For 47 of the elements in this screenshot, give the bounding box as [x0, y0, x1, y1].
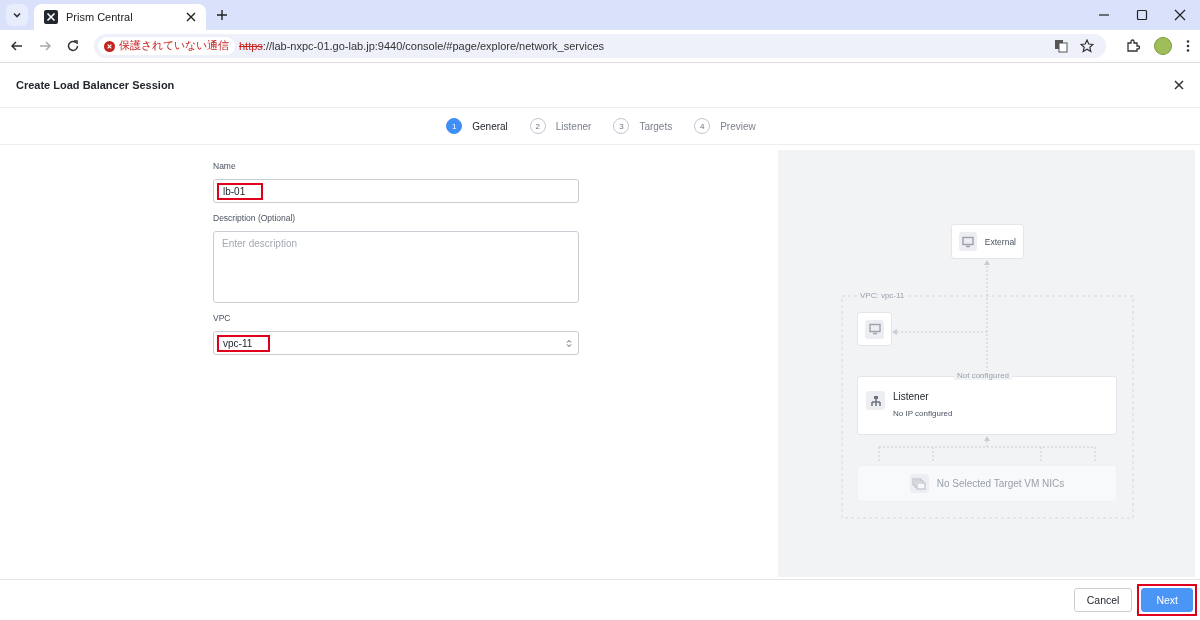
targets-label: No Selected Target VM NICs [936, 478, 1065, 489]
field-label: Description (Optional) [213, 213, 297, 223]
reload-icon[interactable] [66, 39, 80, 53]
description-field[interactable]: Enter description [213, 231, 579, 303]
translate-icon[interactable] [1054, 39, 1068, 53]
field-label: VPC [213, 313, 232, 323]
avatar-icon[interactable] [1154, 37, 1172, 55]
caret-icon [12, 10, 22, 20]
name-field[interactable]: lb-01 [213, 179, 579, 203]
field-value: lb-01 [223, 185, 246, 197]
close-icon[interactable] [186, 12, 196, 22]
stacked-windows-icon [912, 477, 927, 490]
monitor-icon [961, 235, 974, 248]
new-tab-icon[interactable] [216, 9, 228, 21]
browser-tab[interactable]: Prism Central [34, 4, 206, 30]
menu-icon[interactable] [1186, 39, 1190, 53]
star-icon[interactable] [1080, 39, 1094, 53]
wizard-step[interactable]: 2 Listener [529, 118, 592, 134]
address-bar[interactable]: 保護されていない通信 https://lab-nxpc-01.go-lab.jp:9440/console/#page/explore/network_services [94, 34, 1106, 58]
field-label: Name [213, 161, 237, 171]
security-label: 保護されていない通信 [119, 39, 229, 53]
listener-title: Listener [893, 391, 930, 402]
security-chip[interactable]: 保護されていない通信 [98, 37, 235, 55]
sort-arrows-icon [566, 338, 572, 348]
cancel-button[interactable]: Cancel [1073, 588, 1133, 612]
wizard-step[interactable]: 1 General [446, 118, 508, 134]
wizard-step[interactable]: 4 Preview [694, 118, 756, 134]
close-icon[interactable] [1174, 80, 1184, 90]
monitor-icon [868, 323, 881, 335]
tab-title: Prism Central [66, 11, 134, 23]
dialog-title: Create Load Balancer Session [16, 79, 175, 91]
vpc-label: VPC: vpc-11 [858, 291, 907, 300]
vpc-dropdown[interactable]: vpc-11 [213, 331, 579, 355]
tab-list-button[interactable] [6, 4, 28, 26]
warning-icon [104, 40, 115, 52]
close-icon[interactable] [1174, 9, 1186, 21]
selected-value: vpc-11 [223, 337, 253, 349]
listener-subtitle: No IP configured [893, 409, 953, 418]
status-label: Not configured [954, 371, 1013, 380]
url-text: https://lab-nxpc-01.go-lab.jp:9440/console/#page/explore/network_services [239, 40, 605, 52]
back-arrow-icon[interactable] [10, 39, 24, 53]
app-logo-icon [44, 10, 58, 24]
wizard-step[interactable]: 3 Targets [613, 118, 673, 134]
maximize-icon[interactable] [1136, 9, 1148, 21]
network-icon [869, 394, 882, 407]
node-label: External [984, 236, 1016, 247]
puzzle-icon[interactable] [1126, 39, 1140, 53]
